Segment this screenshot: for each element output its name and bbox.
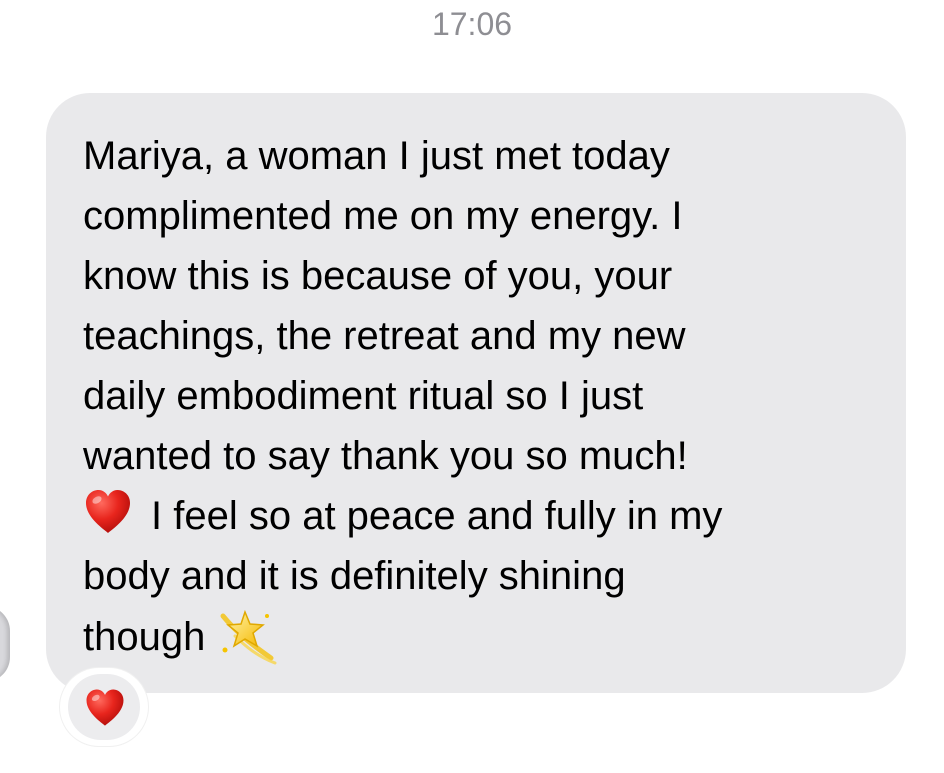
dizzy-star-icon xyxy=(220,609,277,665)
reaction-badge-inner xyxy=(68,674,140,740)
reaction-badge[interactable] xyxy=(60,668,148,746)
message-line-with-heart: I feel so at peace and fully in my xyxy=(83,486,898,546)
message-line: though xyxy=(83,615,206,659)
message-line: know this is because of you, your xyxy=(83,254,673,298)
message-line: I feel so at peace and fully in my xyxy=(151,494,723,538)
message-line: daily embodiment ritual so I just xyxy=(83,374,644,418)
message-line: wanted to say thank you so much! xyxy=(83,434,688,478)
message-line: body and it is definitely shining xyxy=(83,554,626,598)
message-line-with-sparkle: though xyxy=(83,606,898,666)
message-line: Mariya, a woman I just met today xyxy=(83,134,670,178)
red-heart-icon xyxy=(86,689,124,726)
message-line: complimented me on my energy. I xyxy=(83,194,683,238)
sender-avatar[interactable] xyxy=(0,606,10,682)
message-timestamp: 17:06 xyxy=(431,6,513,42)
message-text: Mariya, a woman I just met today complim… xyxy=(83,126,898,666)
message-line: teachings, the retreat and my new xyxy=(83,314,686,358)
red-heart-icon xyxy=(86,490,130,533)
